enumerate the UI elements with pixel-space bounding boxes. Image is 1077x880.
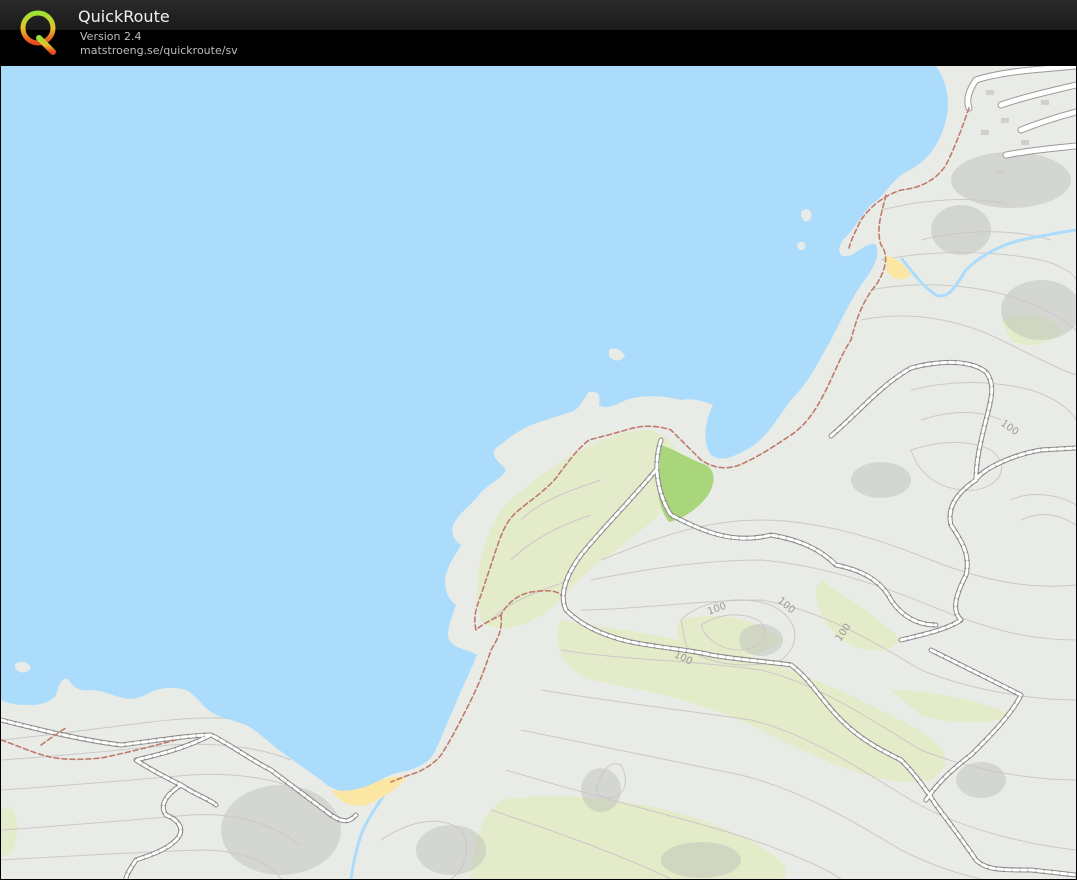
map-canvas[interactable]: 100 100 100 100 100	[1, 66, 1076, 879]
app-version: Version 2.4	[80, 30, 142, 43]
quickroute-logo-icon	[17, 8, 61, 56]
app-header: QuickRoute Version 2.4 matstroeng.se/qui…	[0, 0, 1077, 67]
app-url[interactable]: matstroeng.se/quickroute/sv	[80, 44, 238, 57]
map-svg[interactable]: 100 100 100 100 100	[1, 66, 1076, 879]
app-title: QuickRoute	[78, 7, 170, 26]
